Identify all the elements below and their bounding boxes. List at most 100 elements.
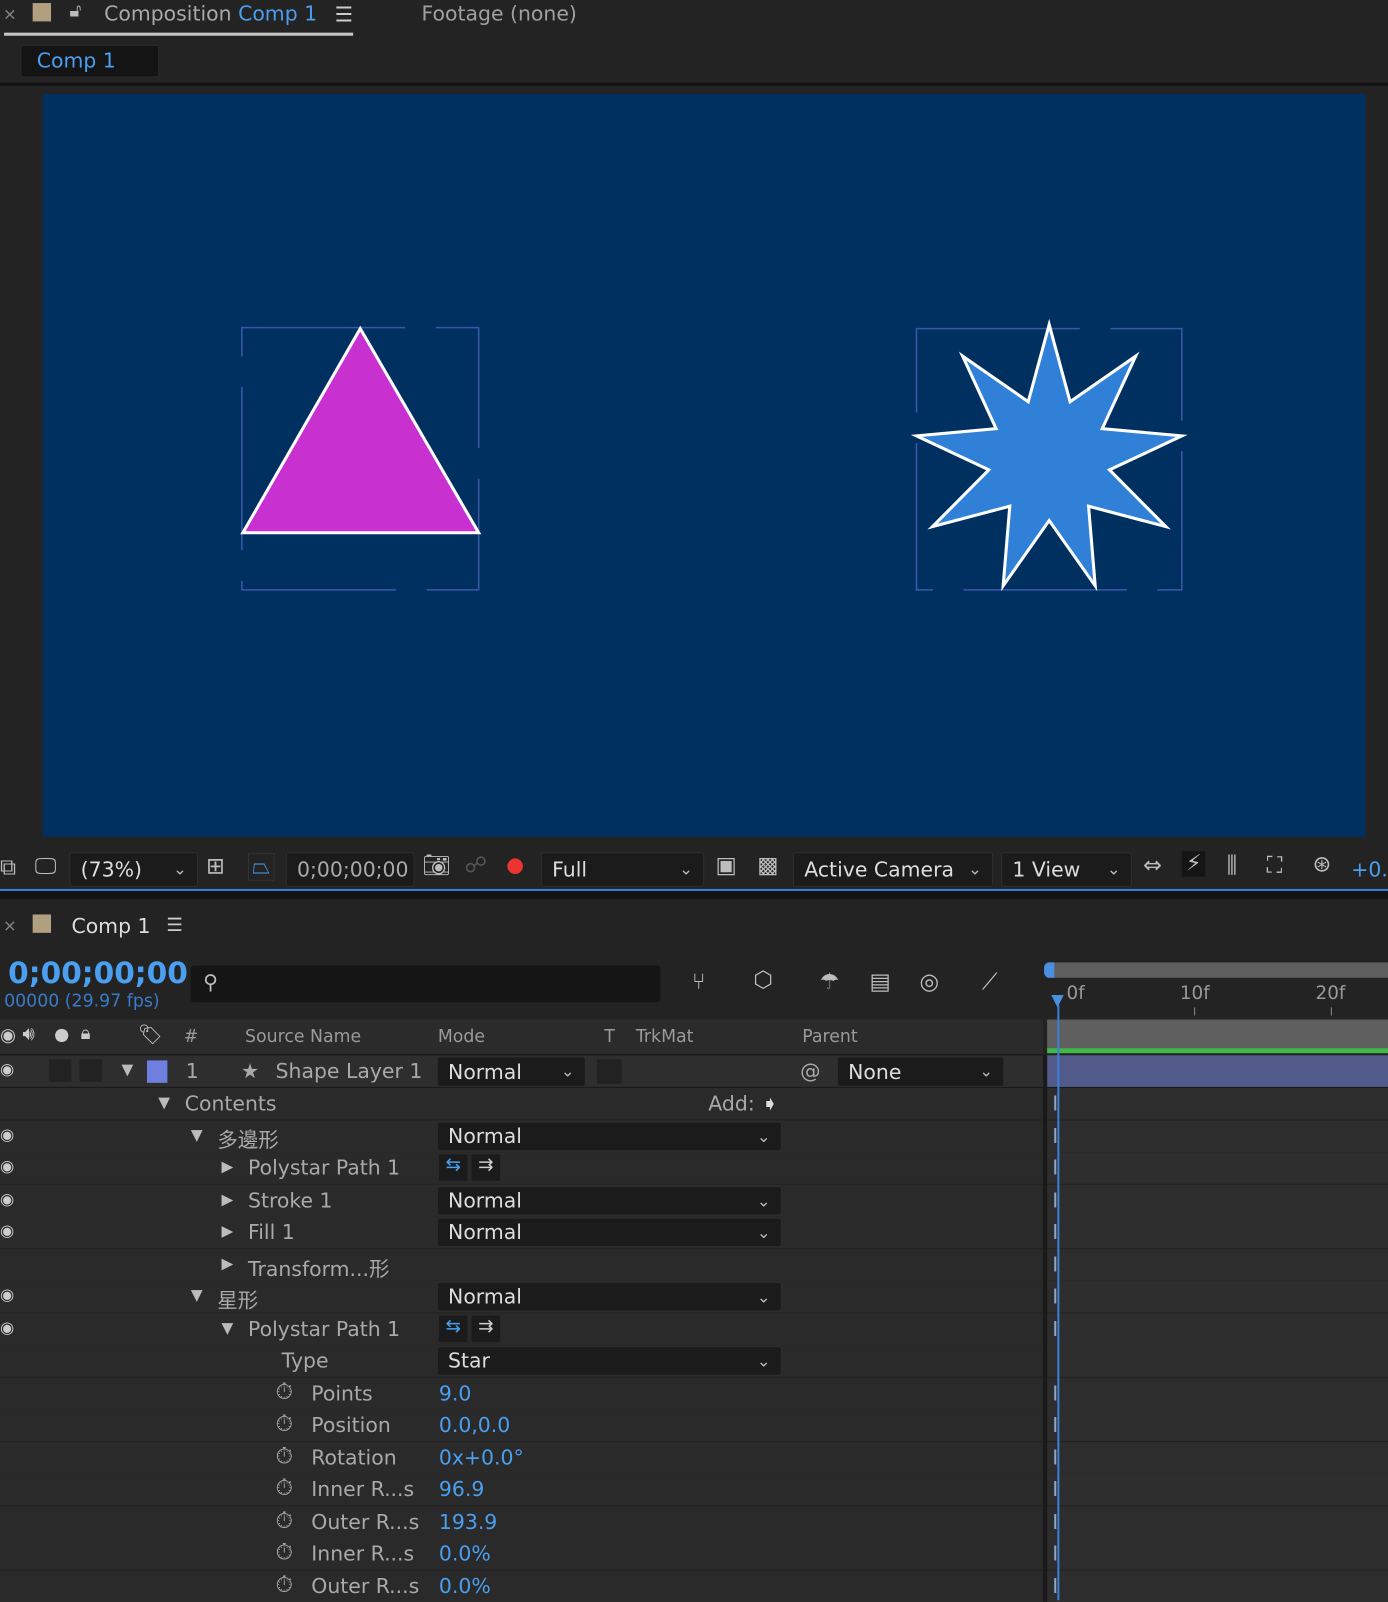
view-layout-dropdown[interactable]: 1 View ⌄: [1001, 852, 1132, 887]
property-row[interactable]: ◉ ▶ Stroke 1 Normal ⌄ Ι: [0, 1184, 1388, 1217]
timeline-timecode[interactable]: 0;00;00;00: [8, 955, 188, 990]
layer-mode-dropdown[interactable]: Normal ⌄: [436, 1056, 586, 1087]
current-time-field[interactable]: 0;00;00;00: [285, 852, 415, 887]
property-row[interactable]: ▼ Contents Add: ➧ Ι: [0, 1087, 1388, 1120]
frame-blending-icon[interactable]: ▤: [870, 970, 891, 996]
property-value[interactable]: 0x+0.0°: [439, 1445, 524, 1469]
shy-layers-icon[interactable]: ☂︎: [820, 970, 840, 996]
path-direction-reverse-icon[interactable]: ⇆: [438, 1154, 468, 1181]
mask-visibility-icon[interactable]: ⏢: [248, 853, 275, 881]
layer-row[interactable]: ◉ ▼ 1 ★ Shape Layer 1 Normal ⌄ @ None ⌄: [0, 1055, 1388, 1088]
property-dropdown[interactable]: Normal ⌄: [436, 1121, 782, 1151]
pickwhip-icon[interactable]: @: [800, 1058, 820, 1082]
eye-icon[interactable]: ◉: [0, 1221, 14, 1240]
motion-blur-icon[interactable]: ◎: [920, 970, 940, 996]
property-row[interactable]: ⏱︎ Outer R...s 0.0% Ι: [0, 1570, 1388, 1602]
twirl-closed-icon[interactable]: ▶: [221, 1157, 233, 1175]
property-row[interactable]: ◉ ▶ Fill 1 Normal ⌄ Ι: [0, 1216, 1388, 1249]
property-row[interactable]: ◉ ▼ 多邊形 Normal ⌄ Ι: [0, 1120, 1388, 1152]
grid-guides-icon[interactable]: ⊞: [206, 854, 225, 880]
comp-mini-flowchart-icon[interactable]: ⑂: [692, 970, 705, 996]
draft-3d-icon[interactable]: ⬡: [753, 968, 773, 994]
column-source-name[interactable]: Source Name: [245, 1027, 361, 1047]
graph-editor-icon[interactable]: ⟋: [982, 970, 998, 996]
parent-dropdown[interactable]: None ⌄: [836, 1056, 1005, 1087]
twirl-open-icon[interactable]: ▼: [158, 1093, 170, 1111]
path-direction-icon[interactable]: ⇉: [471, 1315, 501, 1342]
property-dropdown[interactable]: Normal ⌄: [436, 1185, 782, 1216]
layer-search-input[interactable]: ⚲: [190, 965, 661, 1003]
stopwatch-icon[interactable]: ⏱︎: [276, 1572, 294, 1598]
property-row[interactable]: ⏱︎ Inner R...s 96.9 Ι: [0, 1473, 1388, 1506]
timeline-close-icon[interactable]: ×: [3, 915, 17, 934]
property-value[interactable]: 193.9: [439, 1509, 497, 1533]
stopwatch-icon[interactable]: ⏱︎: [276, 1444, 294, 1470]
property-dropdown[interactable]: Normal ⌄: [436, 1217, 782, 1248]
property-row[interactable]: ◉ ▼ 星形 Normal ⌄ Ι: [0, 1280, 1388, 1313]
monitor-icon[interactable]: 🖵︎: [35, 854, 57, 880]
eye-icon[interactable]: ◉: [0, 1188, 14, 1207]
add-arrow-icon[interactable]: ➧: [761, 1091, 778, 1115]
resolution-dropdown[interactable]: Full ⌄: [540, 852, 705, 887]
exposure-reset-icon[interactable]: ⊛: [1312, 852, 1331, 878]
show-snapshot-icon[interactable]: ☍: [464, 853, 487, 879]
fast-previews-icon[interactable]: ⚡︎: [1181, 851, 1206, 877]
twirl-closed-icon[interactable]: ▶: [221, 1222, 233, 1240]
work-area-start-handle[interactable]: [1044, 962, 1055, 978]
property-value[interactable]: 0.0%: [439, 1573, 491, 1597]
footage-tab[interactable]: Footage (none): [422, 1, 577, 25]
property-row[interactable]: ⏱︎ Inner R...s 0.0% Ι: [0, 1538, 1388, 1570]
trkmat-box[interactable]: [597, 1059, 622, 1084]
eye-icon[interactable]: ◉: [0, 1156, 14, 1175]
timeline-menu-icon[interactable]: ☰: [166, 914, 182, 935]
timeline-icon[interactable]: ⫼: [1227, 853, 1237, 879]
transparency-grid-icon[interactable]: ▩: [757, 853, 778, 879]
flowchart-icon[interactable]: ⛶: [1267, 853, 1283, 879]
eye-icon[interactable]: ◉: [0, 1059, 14, 1078]
lock-icon[interactable]: 🔓︎: [69, 0, 81, 21]
twirl-closed-icon[interactable]: ▶: [221, 1190, 233, 1208]
property-row[interactable]: ⏱︎ Outer R...s 193.9 Ι: [0, 1505, 1388, 1538]
always-preview-icon[interactable]: ⧉: [0, 855, 16, 881]
path-direction-reverse-icon[interactable]: ⇆: [438, 1315, 468, 1342]
layer-label-color[interactable]: [146, 1060, 168, 1083]
property-row[interactable]: ◉ ▼ Polystar Path 1 ⇆ ⇉ Ι: [0, 1313, 1388, 1345]
property-value[interactable]: 9.0: [439, 1380, 471, 1404]
region-of-interest-icon[interactable]: ▣: [715, 853, 736, 879]
composition-viewer[interactable]: [42, 93, 1366, 837]
twirl-open-icon[interactable]: ▼: [121, 1060, 133, 1078]
property-row[interactable]: ▶ Transform...形 Ι: [0, 1248, 1388, 1281]
magnification-dropdown[interactable]: (73%) ⌄: [69, 852, 198, 887]
property-dropdown[interactable]: Star ⌄: [436, 1346, 782, 1376]
layer-name[interactable]: Shape Layer 1: [276, 1058, 423, 1082]
property-row[interactable]: Type Star ⌄: [0, 1345, 1388, 1377]
property-row[interactable]: ◉ ▶ Polystar Path 1 ⇆ ⇉ Ι: [0, 1152, 1388, 1184]
eye-icon[interactable]: ◉: [0, 1317, 14, 1336]
property-value[interactable]: 0.0%: [439, 1541, 491, 1565]
work-area-bar[interactable]: [1047, 962, 1388, 978]
audio-switch[interactable]: [48, 1059, 72, 1082]
property-value[interactable]: 96.9: [439, 1477, 484, 1501]
stopwatch-icon[interactable]: ⏱︎: [276, 1540, 294, 1566]
stopwatch-icon[interactable]: ⏱︎: [276, 1379, 294, 1405]
twirl-closed-icon[interactable]: ▶: [221, 1254, 233, 1272]
twirl-open-icon[interactable]: ▼: [191, 1286, 203, 1304]
close-icon[interactable]: ×: [3, 4, 17, 23]
layer-duration-bar[interactable]: [1047, 1055, 1388, 1087]
property-row[interactable]: ⏱︎ Position 0.0,0.0 Ι: [0, 1409, 1388, 1442]
snapshot-camera-icon[interactable]: 📷︎: [423, 853, 452, 879]
eye-icon[interactable]: ◉: [0, 1124, 14, 1143]
comp-breadcrumb[interactable]: Comp 1: [20, 44, 160, 78]
exposure-value[interactable]: +0.0: [1351, 857, 1388, 881]
lock-switch[interactable]: [79, 1059, 103, 1082]
path-direction-icon[interactable]: ⇉: [471, 1154, 501, 1181]
property-value[interactable]: 0.0,0.0: [439, 1413, 510, 1437]
panel-tab-composition[interactable]: Composition Comp 1: [104, 1, 317, 25]
property-row[interactable]: ⏱︎ Rotation 0x+0.0° Ι: [0, 1441, 1388, 1474]
twirl-open-icon[interactable]: ▼: [221, 1318, 233, 1336]
property-row[interactable]: ⏱︎ Points 9.0 Ι: [0, 1377, 1388, 1409]
panel-menu-icon[interactable]: ☰: [335, 2, 353, 26]
stopwatch-icon[interactable]: ⏱︎: [276, 1476, 294, 1502]
twirl-open-icon[interactable]: ▼: [191, 1125, 203, 1143]
stopwatch-icon[interactable]: ⏱︎: [276, 1508, 294, 1534]
